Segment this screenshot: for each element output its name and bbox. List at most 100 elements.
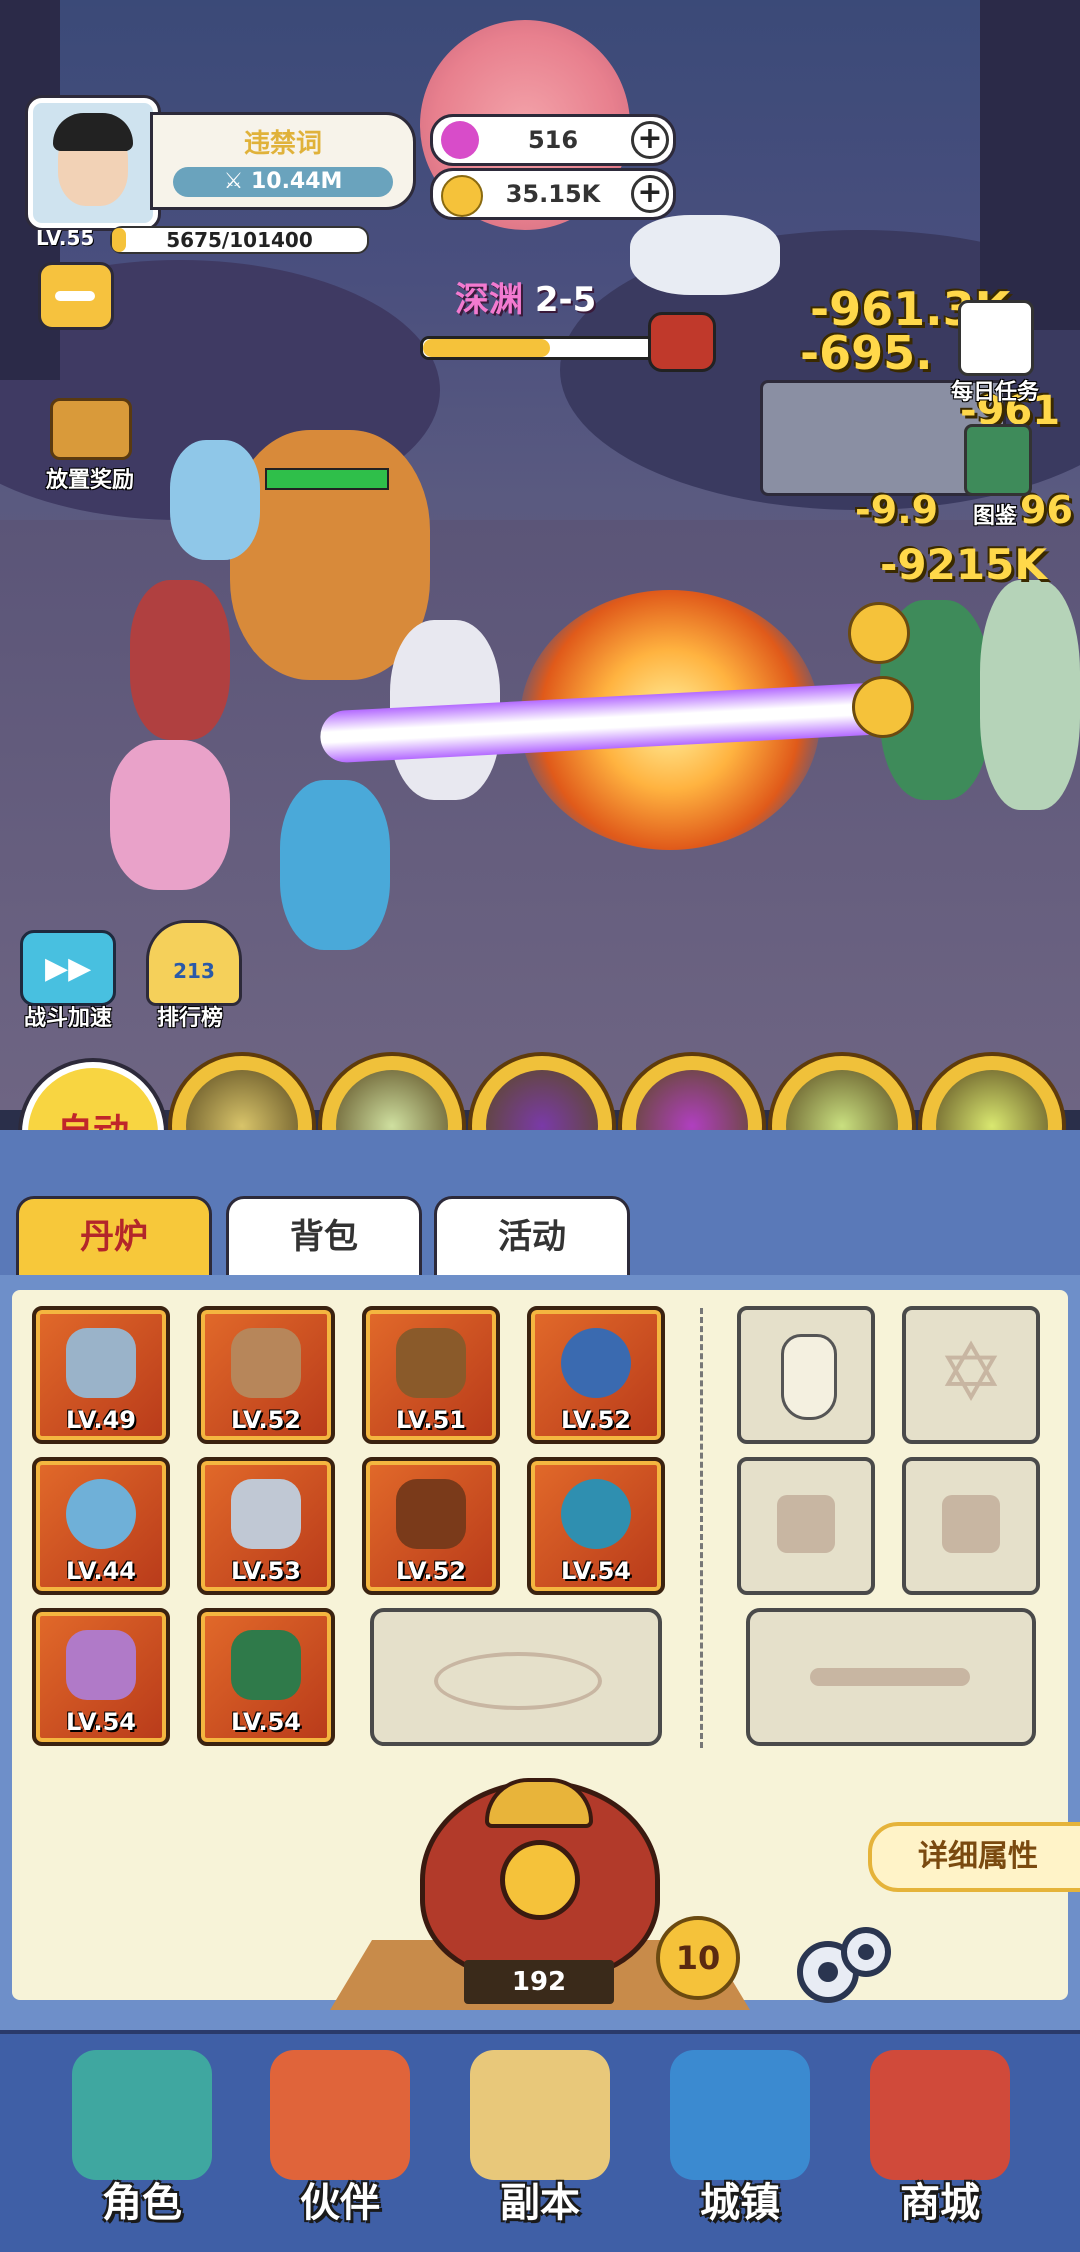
equipment-slot[interactable]: LV.49 <box>32 1306 170 1444</box>
tab-activity[interactable]: 活动 <box>434 1196 630 1278</box>
locked-slot[interactable] <box>902 1457 1040 1595</box>
equipment-level: LV.54 <box>231 1708 301 1736</box>
trident-icon <box>810 1668 970 1686</box>
codex-label[interactable]: 图鉴 <box>950 498 1040 530</box>
lock-icon <box>942 1495 1000 1553</box>
equipment-slot[interactable]: LV.53 <box>197 1457 335 1595</box>
nav-label: 副本 <box>500 2180 580 2226</box>
equipment-level: LV.52 <box>231 1406 301 1434</box>
tab-furnace[interactable]: 丹炉 <box>16 1196 212 1278</box>
damage-number: -9215K <box>880 540 1047 589</box>
add-coin-button[interactable]: + <box>631 175 669 213</box>
stage-progress-bar <box>420 336 656 360</box>
ring-icon <box>66 1479 136 1549</box>
coin-drop-icon <box>852 676 914 738</box>
equipment-slot[interactable]: LV.51 <box>362 1306 500 1444</box>
diamond-counter: 516 + <box>430 114 676 166</box>
equipment-level: LV.52 <box>396 1557 466 1585</box>
player-info-panel: 违禁词 ⚔ 10.44M <box>150 112 416 210</box>
furnace-emblem-icon <box>500 1840 580 1920</box>
nav-label: 城镇 <box>700 2180 780 2226</box>
equipment-level: LV.54 <box>561 1557 631 1585</box>
furnace-level-badge[interactable]: 10 <box>656 1916 740 2000</box>
player-level: LV.55 <box>36 226 95 250</box>
podium-icon[interactable]: 213 <box>146 920 242 1006</box>
dead-tree <box>980 0 1080 330</box>
empty-artifact-slot[interactable] <box>370 1608 662 1746</box>
hexagram-icon: ✡ <box>937 1326 1005 1419</box>
stage-number: 2-5 <box>534 280 597 320</box>
equipment-slot[interactable]: LV.54 <box>527 1457 665 1595</box>
equipment-slot[interactable]: LV.52 <box>197 1306 335 1444</box>
add-diamond-button[interactable]: + <box>631 121 669 159</box>
daily-task-label[interactable]: 每日任务 <box>930 374 1060 406</box>
stage-progress-fill <box>423 339 550 357</box>
sword-icon <box>66 1328 136 1398</box>
nav-shop[interactable]: 商城 <box>850 2050 1030 2230</box>
seal-icon <box>434 1652 602 1710</box>
potion-slot[interactable] <box>737 1306 875 1444</box>
ally-girl <box>170 440 260 560</box>
partner-icon <box>270 2050 410 2180</box>
nav-town[interactable]: 城镇 <box>650 2050 830 2230</box>
ally-health-bar <box>265 468 389 490</box>
diamond-value: 516 <box>527 126 579 154</box>
menu-button[interactable] <box>38 262 114 330</box>
sword-icon: ⚔ <box>223 169 251 194</box>
ranking-badge: 213 <box>173 959 215 983</box>
nav-partner[interactable]: 伙伴 <box>250 2050 430 2230</box>
weapon-artifact-slot[interactable] <box>746 1608 1036 1746</box>
codex-book-icon[interactable] <box>964 424 1032 496</box>
equipment-slot[interactable]: LV.52 <box>362 1457 500 1595</box>
player-name: 违禁词 <box>243 129 322 159</box>
treasure-chest-icon[interactable] <box>50 398 132 460</box>
town-icon <box>670 2050 810 2180</box>
furnace-count: 192 <box>464 1960 614 2004</box>
power-value: 10.44M <box>250 169 343 194</box>
details-button[interactable]: 详细属性 <box>868 1822 1080 1892</box>
equipment-slot[interactable]: LV.44 <box>32 1457 170 1595</box>
battle-speed-label[interactable]: 战斗加速 <box>8 1000 128 1032</box>
enemy-soldier <box>980 580 1080 810</box>
daily-task-icon[interactable] <box>958 300 1034 376</box>
equipment-slot[interactable]: LV.54 <box>32 1608 170 1746</box>
boss-icon[interactable] <box>648 312 716 372</box>
equipment-level: LV.44 <box>66 1557 136 1585</box>
stage-zone: 深渊 <box>455 280 523 320</box>
tower-icon <box>231 1328 301 1398</box>
power-badge: ⚔ 10.44M <box>173 167 393 197</box>
ally-warrior <box>130 580 230 740</box>
equipment-level: LV.51 <box>396 1406 466 1434</box>
settings-gear-icon[interactable] <box>790 1912 900 2012</box>
damage-number: -695. <box>800 326 933 380</box>
coin-counter: 35.15K + <box>430 168 676 220</box>
ally-monk <box>110 740 230 890</box>
equipment-level: LV.54 <box>66 1708 136 1736</box>
equipment-level: LV.53 <box>231 1557 301 1585</box>
tab-backpack[interactable]: 背包 <box>226 1196 422 1278</box>
nav-dungeon[interactable]: 副本 <box>450 2050 630 2230</box>
shield-icon <box>231 1479 301 1549</box>
idle-reward-label[interactable]: 放置奖励 <box>20 462 160 494</box>
dragon-orb-icon <box>561 1328 631 1398</box>
equipment-level: LV.49 <box>66 1406 136 1434</box>
exp-text: 5675/101400 <box>166 228 313 252</box>
damage-number: -9.9 <box>855 488 939 532</box>
locked-slot[interactable] <box>737 1457 875 1595</box>
armor-icon <box>396 1328 466 1398</box>
lock-icon <box>777 1495 835 1553</box>
player-avatar[interactable] <box>28 98 158 228</box>
nav-label: 角色 <box>102 2180 182 2226</box>
nav-character[interactable]: 角色 <box>52 2050 232 2230</box>
ranking-label[interactable]: 排行榜 <box>140 1000 240 1032</box>
equipment-slot[interactable]: LV.52 <box>527 1306 665 1444</box>
equipment-slot[interactable]: LV.54 <box>197 1608 335 1746</box>
exp-bar: 5675/101400 <box>110 226 369 254</box>
fast-forward-icon[interactable]: ▶▶ <box>20 930 116 1006</box>
pearl-icon <box>561 1479 631 1549</box>
flying-bird-enemy <box>630 215 780 295</box>
star-slot[interactable]: ✡ <box>902 1306 1040 1444</box>
dungeon-scroll-icon <box>470 2050 610 2180</box>
crown-icon <box>396 1479 466 1549</box>
shop-icon <box>870 2050 1010 2180</box>
